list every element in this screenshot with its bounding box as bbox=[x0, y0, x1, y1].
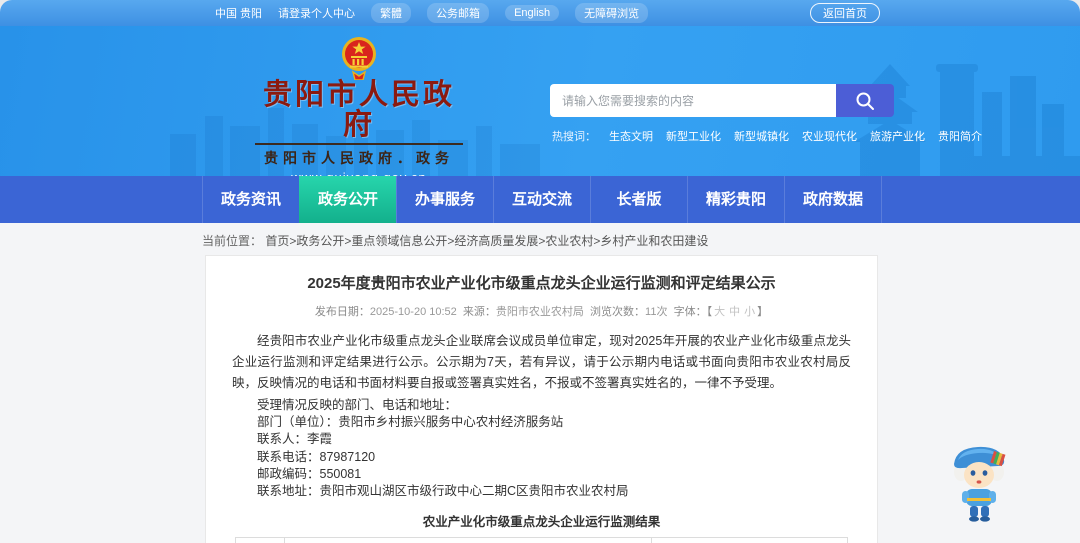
contact-department: 部门（单位）：贵阳市乡村振兴服务中心农村经济服务站 bbox=[257, 415, 564, 430]
national-emblem-icon bbox=[342, 37, 376, 80]
top-utility-bar: 中国 贵阳 请登录个人中心 繁體 公务邮箱 English 无障碍浏览 返回首页 bbox=[0, 0, 1080, 26]
monitoring-result-table: 序号 企业名称 监测结果 1 贵州合力超市采购有限公司 合格 2 贵州友禾种业有… bbox=[235, 537, 848, 543]
main-nav: 政务资讯 政务公开 办事服务 互动交流 长者版 精彩贵阳 政府数据 bbox=[0, 176, 1080, 223]
table-header-index: 序号 bbox=[235, 537, 286, 543]
search-input[interactable] bbox=[550, 84, 836, 117]
hot-word-6[interactable]: 贵阳简介 bbox=[938, 128, 982, 144]
logo-divider bbox=[255, 143, 463, 145]
hot-word-5[interactable]: 旅游产业化 bbox=[870, 128, 925, 144]
contact-intro: 受理情况反映的部门、电话和地址： bbox=[257, 398, 458, 412]
article-meta: 发布日期：2025-10-20 10:52 来源：贵阳市农业农村局 浏览次数：1… bbox=[232, 303, 851, 319]
search-button[interactable] bbox=[836, 84, 894, 117]
hot-word-1[interactable]: 生态文明 bbox=[609, 128, 653, 144]
back-to-home-button[interactable]: 返回首页 bbox=[810, 3, 880, 23]
nav-item-zhengfu-shuju[interactable]: 政府数据 bbox=[784, 176, 882, 223]
contact-person: 联系人：李霞 bbox=[257, 432, 333, 447]
font-size-large-button[interactable]: 大 bbox=[714, 306, 725, 318]
table-header-company: 企业名称 bbox=[284, 537, 653, 543]
breadcrumb: 当前位置： 首页>政务公开>重点领域信息公开>经济高质量发展>农业农村>乡村产业… bbox=[0, 223, 1080, 258]
source-label: 来源： bbox=[462, 306, 496, 318]
article-paragraph-1: 经贵阳市农业产业化市级重点龙头企业联席会议成员单位审定，现对2025年开展的农业… bbox=[232, 334, 851, 390]
article-card: 2025年度贵阳市农业产业化市级重点龙头企业运行监测和评定结果公示 发布日期：2… bbox=[205, 255, 878, 543]
topbar-link-china-guiyang[interactable]: 中国 贵阳 bbox=[215, 5, 262, 21]
font-size-bracket-close: 】 bbox=[757, 306, 769, 318]
guiyang-mascot[interactable] bbox=[950, 442, 1012, 527]
hot-search-row: 热搜词： 生态文明 新型工业化 新型城镇化 农业现代化 旅游产业化 贵阳简介 bbox=[552, 128, 982, 144]
mascot-icon bbox=[954, 446, 1006, 522]
breadcrumb-path[interactable]: 首页>政务公开>重点领域信息公开>经济高质量发展>农业农村>乡村产业和农田建设 bbox=[265, 234, 708, 248]
contact-postcode: 邮政编码：550081 bbox=[257, 466, 362, 481]
views-label: 浏览次数： bbox=[590, 306, 646, 318]
hot-word-4[interactable]: 农业现代化 bbox=[802, 128, 857, 144]
nav-item-jingcai-guiyang[interactable]: 精彩贵阳 bbox=[687, 176, 784, 223]
topbar-link-english[interactable]: English bbox=[505, 5, 560, 21]
article-title: 2025年度贵阳市农业产业化市级重点龙头企业运行监测和评定结果公示 bbox=[307, 275, 776, 292]
topbar-link-login[interactable]: 请登录个人中心 bbox=[278, 5, 355, 21]
nav-item-zhengwu-gongkai[interactable]: 政务公开 bbox=[299, 176, 396, 223]
page: 中国 贵阳 请登录个人中心 繁體 公务邮箱 English 无障碍浏览 返回首页 bbox=[0, 0, 1080, 543]
nav-item-zhangzheban[interactable]: 长者版 bbox=[590, 176, 687, 223]
nav-item-zhengwu-zixun[interactable]: 政务资讯 bbox=[202, 176, 299, 223]
site-subtitle: 贵阳市人民政府．政务 bbox=[264, 150, 454, 166]
site-banner: 贵阳市人民政府 贵阳市人民政府．政务 www.guiyang.gov.cn 热搜… bbox=[0, 26, 1080, 176]
contact-phone: 联系电话：87987120 bbox=[257, 449, 376, 464]
source: 贵阳市农业农村局 bbox=[495, 306, 584, 318]
table-header-row: 序号 企业名称 监测结果 bbox=[235, 537, 848, 543]
site-url: www.guiyang.gov.cn bbox=[253, 170, 465, 176]
site-name: 贵阳市人民政府 bbox=[262, 79, 455, 141]
topbar-link-traditional[interactable]: 繁體 bbox=[371, 3, 412, 23]
table-caption: 农业产业化市级重点龙头企业运行监测结果 bbox=[422, 515, 661, 530]
nav-item-hudong-jiaoliu[interactable]: 互动交流 bbox=[493, 176, 590, 223]
topbar-link-mailbox[interactable]: 公务邮箱 bbox=[427, 3, 490, 23]
views-count: 11次 bbox=[645, 306, 668, 318]
font-size-small-button[interactable]: 小 bbox=[744, 306, 755, 318]
breadcrumb-label: 当前位置： bbox=[202, 234, 263, 248]
search-icon bbox=[856, 92, 874, 110]
publish-date-label: 发布日期： bbox=[314, 306, 370, 318]
topbar-link-accessibility[interactable]: 无障碍浏览 bbox=[575, 3, 649, 23]
table-header-result: 监测结果 bbox=[651, 537, 848, 543]
site-logo[interactable]: 贵阳市人民政府 贵阳市人民政府．政务 www.guiyang.gov.cn bbox=[253, 34, 465, 176]
hot-word-3[interactable]: 新型城镇化 bbox=[734, 128, 789, 144]
hot-search-label: 热搜词： bbox=[552, 131, 596, 143]
font-size-medium-button[interactable]: 中 bbox=[729, 306, 740, 318]
contact-address: 联系地址：贵阳市观山湖区市级行政中心二期C区贵阳市农业农村局 bbox=[257, 484, 629, 499]
search-bar bbox=[550, 84, 894, 117]
nav-item-banshi-fuwu[interactable]: 办事服务 bbox=[396, 176, 493, 223]
publish-date: 2025-10-20 10:52 bbox=[369, 306, 457, 318]
hot-word-2[interactable]: 新型工业化 bbox=[666, 128, 721, 144]
font-size-label: 字体：【 bbox=[673, 306, 713, 318]
